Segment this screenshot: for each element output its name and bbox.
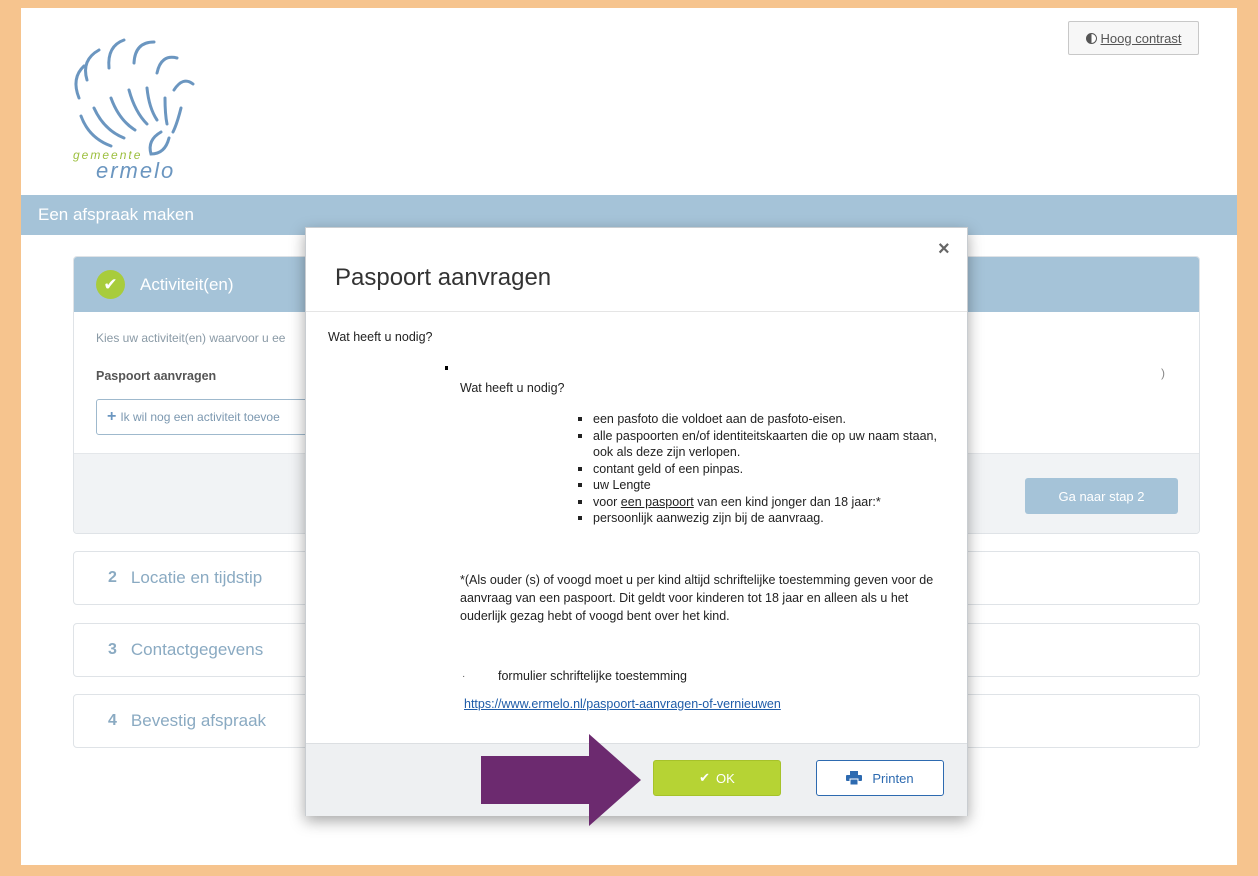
requirements-list: een pasfoto die voldoet aan de pasfoto-e… (578, 411, 938, 527)
list-item: uw Lengte (578, 477, 938, 494)
form-bullet: · (462, 671, 466, 682)
truncated-text: ) (1161, 366, 1165, 380)
bullet-marker (445, 366, 448, 370)
list-item: een pasfoto die voldoet aan de pasfoto-e… (578, 411, 938, 428)
close-icon[interactable]: × (938, 238, 950, 261)
print-label: Printen (872, 770, 914, 786)
list-item: persoonlijk aanwezig zijn bij de aanvraa… (578, 510, 938, 527)
modal-divider (306, 311, 967, 312)
step1-title: Activiteit(en) (140, 274, 234, 294)
step3-number: 3 (108, 641, 117, 658)
modal-question-heading: Wat heeft u nodig? (328, 330, 433, 344)
ok-label: OK (716, 770, 735, 786)
info-modal: Paspoort aanvragen × Wat heeft u nodig? … (305, 227, 968, 816)
logo-name-text: ermelo (96, 158, 176, 183)
print-button[interactable]: Printen (816, 760, 944, 796)
modal-title: Paspoort aanvragen (335, 264, 552, 291)
high-contrast-label: Hoog contrast (1100, 30, 1182, 46)
step2-label: Locatie en tijdstip (130, 568, 263, 587)
passport-link[interactable]: een paspoort (621, 495, 694, 509)
add-activity-button[interactable]: + Ik wil nog een activiteit toevoe (96, 399, 336, 435)
add-activity-label: Ik wil nog een activiteit toevoe (120, 410, 280, 424)
checkmark-icon: ✔ (699, 770, 711, 785)
high-contrast-button[interactable]: Hoog contrast (1068, 21, 1199, 55)
step4-label: Bevestig afspraak (130, 711, 267, 730)
arrow-icon (481, 734, 641, 826)
step1-intro: Kies uw activiteit(en) waarvoor u ee (96, 331, 286, 345)
contrast-icon (1085, 32, 1097, 44)
list-item: voor een paspoort van een kind jonger da… (578, 494, 938, 511)
modal-question-subheading: Wat heeft u nodig? (460, 381, 565, 395)
plus-icon: + (107, 408, 117, 425)
passport-info-link[interactable]: https://www.ermelo.nl/paspoort-aanvragen… (464, 697, 781, 711)
list-item: contant geld of een pinpas. (578, 461, 938, 478)
step3-label: Contactgegevens (130, 640, 264, 659)
step4-number: 4 (108, 712, 117, 729)
consent-form-label: formulier schriftelijke toestemming (498, 669, 687, 683)
consent-note: *(Als ouder (s) of voogd moet u per kind… (460, 573, 934, 623)
next-step-button[interactable]: Ga naar stap 2 (1025, 478, 1178, 514)
page-frame: Hoog contrast gemeente ermelo Een afspra… (21, 8, 1237, 865)
list-item: alle paspoorten en/of identiteitskaarten… (578, 428, 938, 461)
printer-icon (846, 771, 863, 785)
checkmark-icon: ✔ (96, 270, 125, 299)
step2-number: 2 (108, 569, 117, 586)
child-req-pre: voor (593, 494, 621, 509)
child-req-post: van een kind jonger dan 18 jaar:* (693, 494, 881, 509)
selected-activity: Paspoort aanvragen (96, 369, 217, 383)
